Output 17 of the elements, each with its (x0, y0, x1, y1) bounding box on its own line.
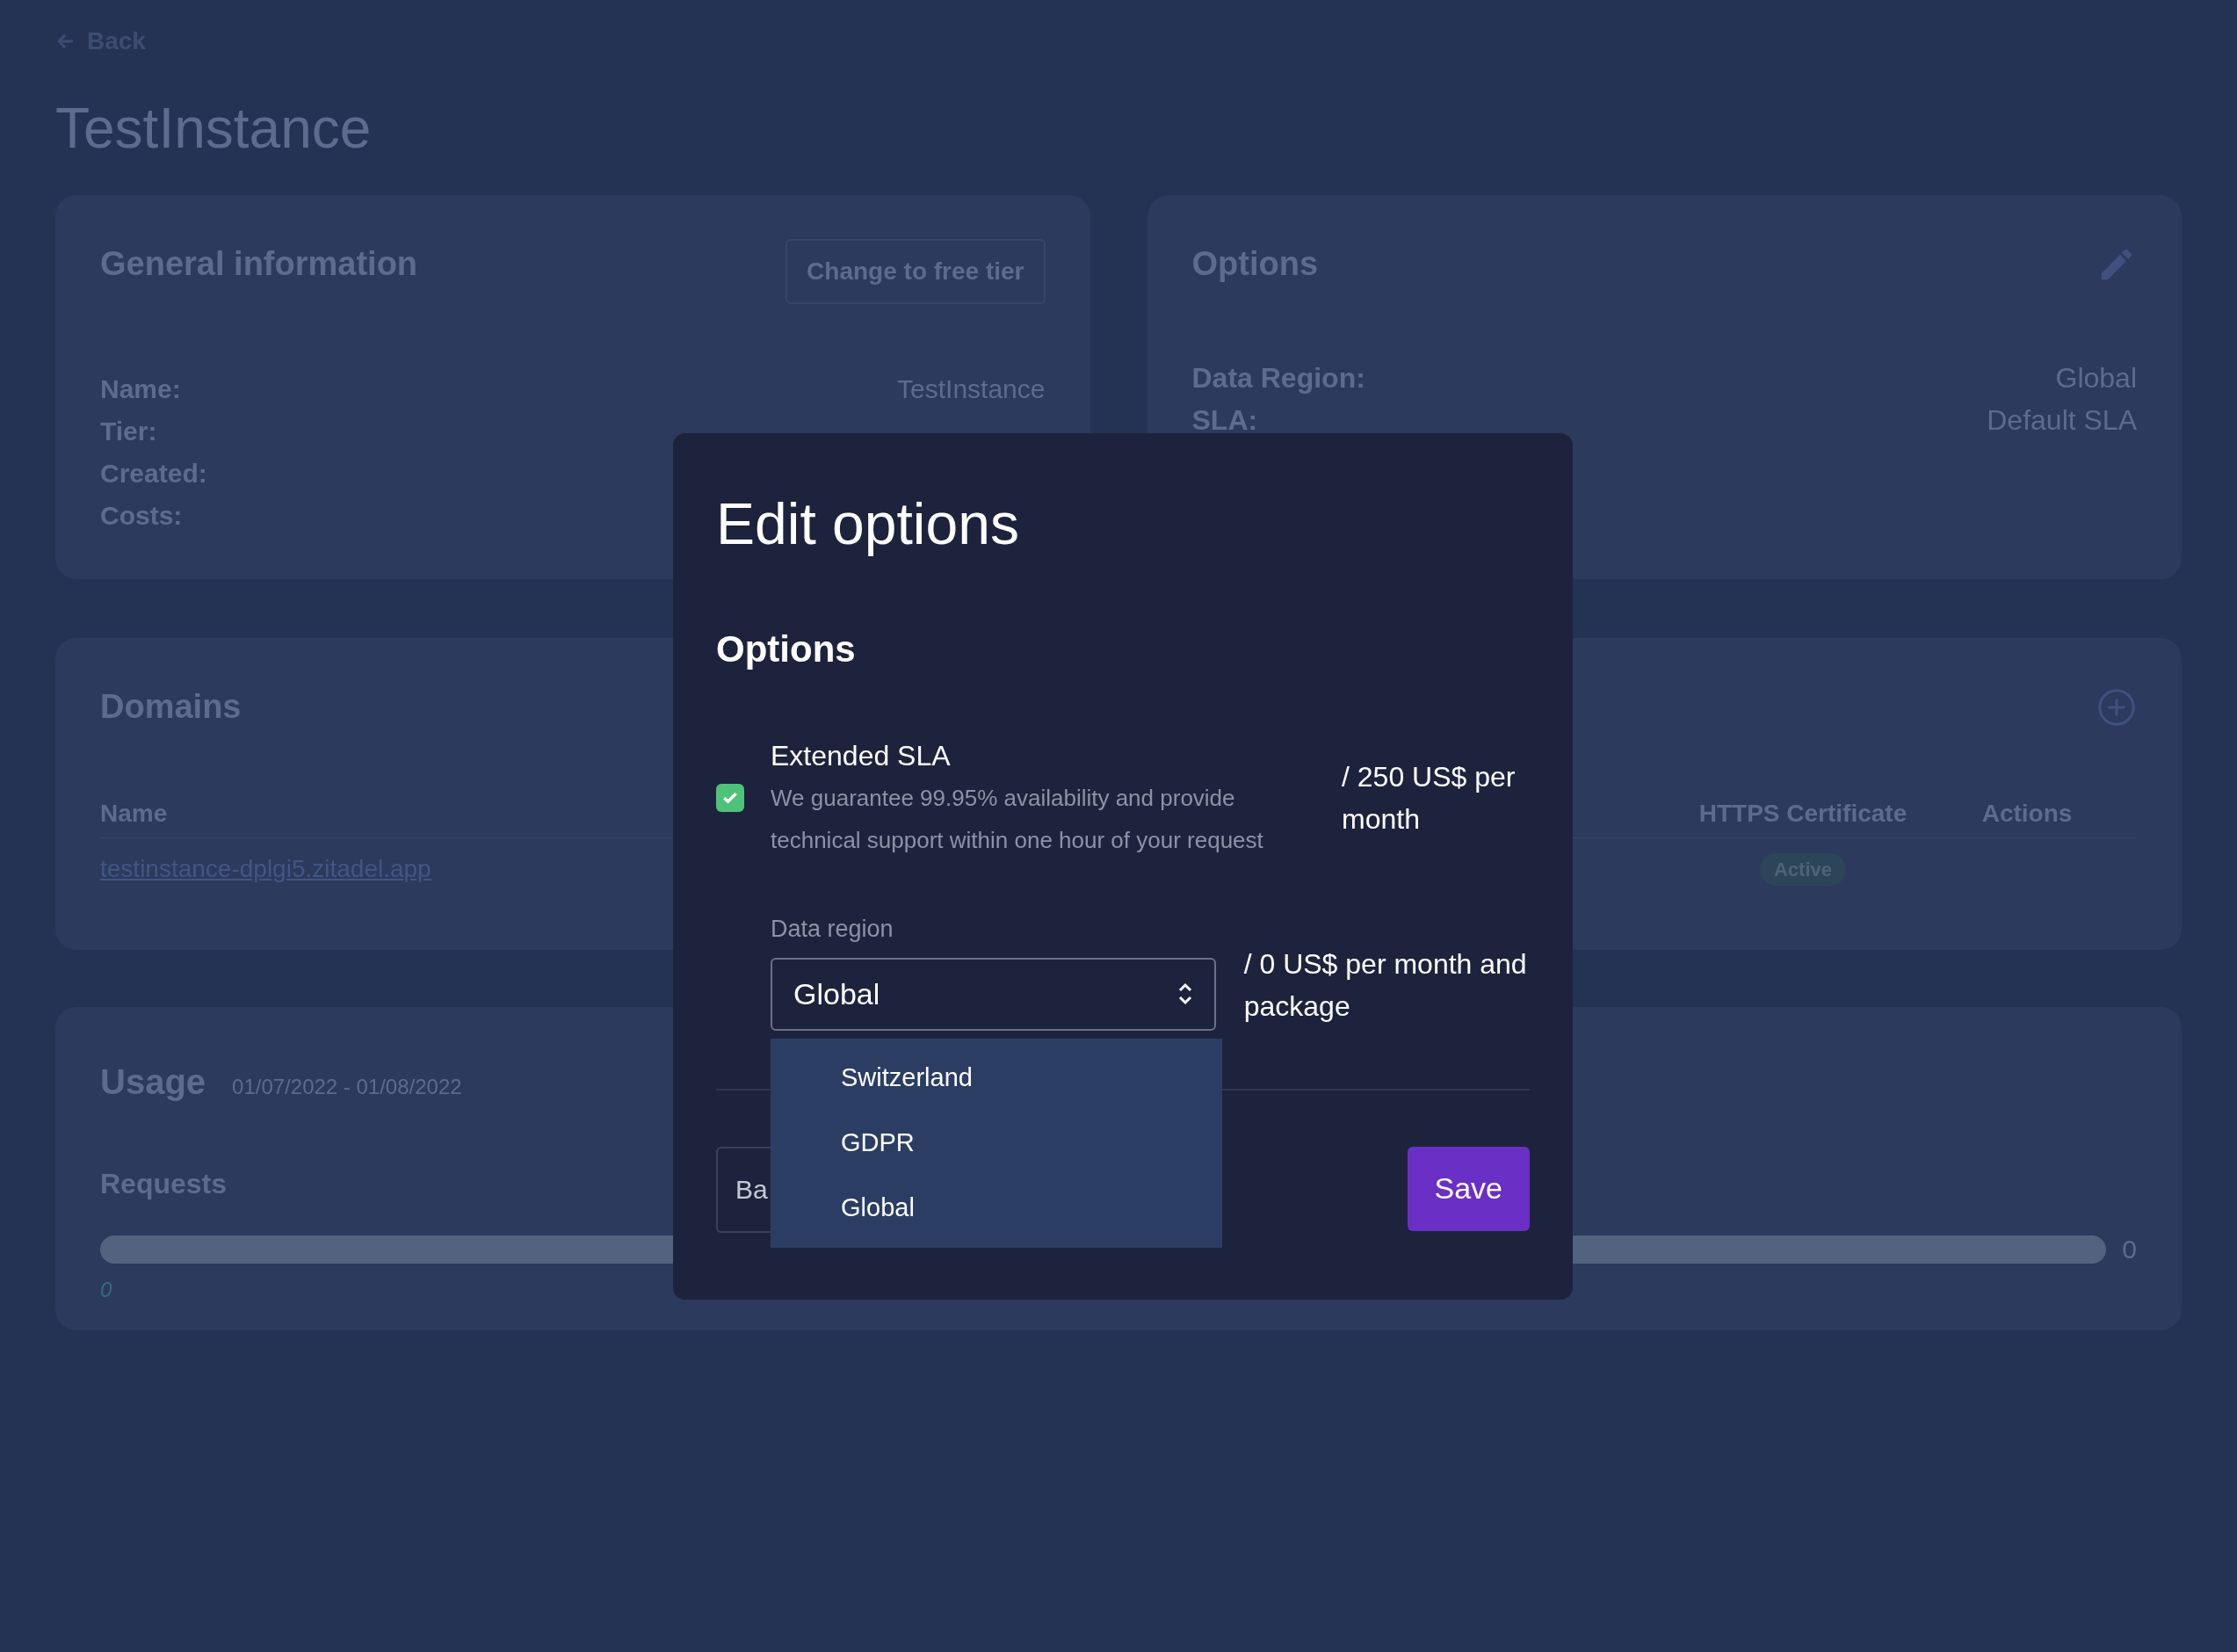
option-description: We guarantee 99.95% availability and provide technical support within one hour of your request (771, 784, 1264, 855)
chevron-up-down-icon (1176, 982, 1193, 1006)
section-title: Options (716, 627, 857, 671)
button-label: Ba (735, 1175, 768, 1204)
dropdown-option[interactable]: GDPR (771, 1111, 1222, 1176)
plus-circle-icon[interactable] (2096, 686, 2137, 728)
option-title: Extended SLA (771, 739, 952, 773)
option-price: / 0 US$ per month and package (1243, 947, 1528, 1024)
option-price: / 250 US$ per month (1342, 760, 1517, 837)
secondary-button[interactable]: Ba (716, 1146, 771, 1233)
dropdown-option[interactable]: Switzerland (771, 1046, 1222, 1111)
field-label: Data region (771, 915, 894, 944)
region-select[interactable]: Global (771, 957, 1216, 1031)
checkbox[interactable] (716, 784, 744, 812)
save-button[interactable]: Save (1407, 1146, 1530, 1231)
dropdown-option[interactable]: Global (771, 1176, 1222, 1241)
page-title: TestInstance (55, 100, 373, 156)
